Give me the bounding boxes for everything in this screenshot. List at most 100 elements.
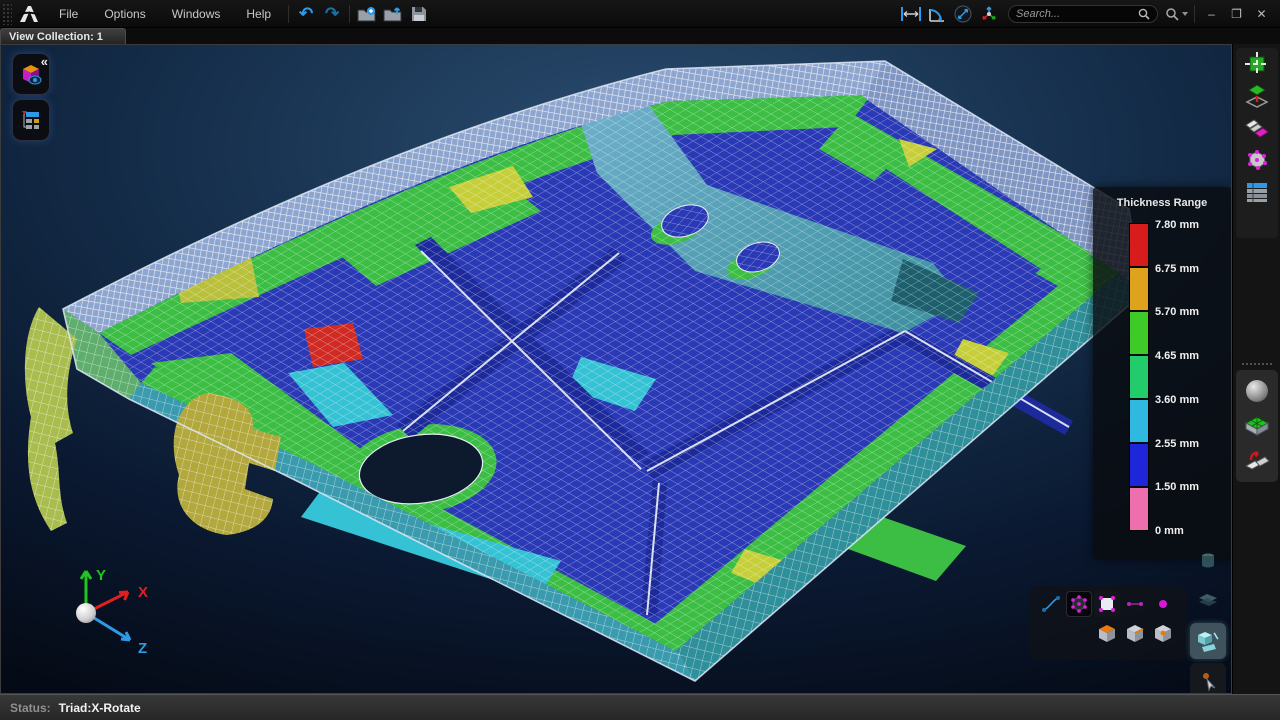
redo-button[interactable]: ↷ [319, 3, 345, 25]
open-model-add-button[interactable] [354, 3, 380, 25]
flip-normals-button[interactable] [1240, 445, 1274, 477]
search-placeholder: Search... [1016, 8, 1138, 20]
legend-title: Thickness Range [1093, 187, 1231, 209]
replace-nodes-button[interactable] [1240, 48, 1274, 80]
right-sidebar [1232, 44, 1280, 694]
application-window: File Options Windows Help ↶ ↷ [0, 0, 1280, 720]
viewport[interactable]: Y X Z « [0, 44, 1232, 694]
undo-button[interactable]: ↶ [293, 3, 319, 25]
shaded-view-button[interactable] [1240, 375, 1274, 407]
menu-options[interactable]: Options [91, 0, 158, 27]
search-input[interactable]: Search... [1008, 5, 1158, 23]
legend-labels: 7.80 mm6.75 mm5.70 mm4.65 mm3.60 mm2.55 … [1155, 224, 1225, 530]
sphere-icon [1244, 378, 1270, 404]
triad-tool-button[interactable] [976, 3, 1002, 25]
triad-x-label: X [138, 584, 148, 601]
model-browser-button[interactable] [12, 99, 50, 141]
cursor-icon [1197, 670, 1219, 692]
restore-button[interactable]: ❐ [1224, 4, 1249, 24]
save-button[interactable] [406, 3, 432, 25]
table-icon [1245, 181, 1269, 203]
plates-icon [1244, 115, 1270, 141]
morph-nodes-icon [1244, 147, 1270, 173]
rotate-sphere-button[interactable] [950, 3, 976, 25]
legend-color-segment [1130, 400, 1148, 444]
legend-color-segment [1130, 444, 1148, 488]
legend-label: 4.65 mm [1155, 350, 1199, 362]
view-tools-toolbar [1187, 541, 1229, 694]
separator [349, 5, 350, 23]
legend-color-segment [1130, 312, 1148, 356]
open-model-load-button[interactable] [380, 3, 406, 25]
status-value: Triad:X-Rotate [59, 701, 141, 715]
vertex-icon [1153, 594, 1173, 614]
triad-y-label: Y [96, 567, 106, 584]
green-cross-square-icon [1244, 51, 1270, 77]
workplane-button[interactable] [1190, 543, 1226, 579]
collapse-chevrons-icon: « [41, 54, 46, 69]
element-offset-button[interactable] [1240, 80, 1274, 112]
snap-edge-button[interactable] [1122, 620, 1148, 646]
snap-vertex-button[interactable] [1150, 620, 1176, 646]
browser-list-icon [19, 108, 43, 132]
legend-scale [1130, 224, 1148, 530]
advanced-search-button[interactable] [1164, 3, 1190, 25]
morph-mesh-button[interactable] [1240, 144, 1274, 176]
quad-corners-icon [1097, 594, 1117, 614]
title-bar: File Options Windows Help ↶ ↷ [0, 0, 1280, 28]
mesh-block-icon [1243, 413, 1271, 439]
tab-view-collection[interactable]: View Collection: 1 [0, 28, 126, 44]
midsurface-button[interactable] [1240, 112, 1274, 144]
stack-icon [1196, 590, 1220, 612]
select-mesh-button[interactable] [1066, 591, 1092, 617]
legend-label: 3.60 mm [1155, 394, 1199, 406]
cube-vertex-icon [1152, 622, 1174, 644]
menu-file[interactable]: File [46, 0, 91, 27]
diamond-offset-icon [1244, 83, 1270, 109]
select-edge-button[interactable] [1122, 591, 1148, 617]
triad-z-label: Z [138, 640, 147, 657]
legend-label: 2.55 mm [1155, 438, 1199, 450]
select-vertex-button[interactable] [1150, 591, 1176, 617]
thickness-view-button[interactable] [1240, 410, 1274, 442]
legend-color-segment [1130, 356, 1148, 400]
section-view-button[interactable] [1190, 583, 1226, 619]
separator [288, 5, 289, 23]
sketch-tools-button[interactable] [1190, 623, 1226, 659]
status-bar: Status: Triad:X-Rotate [0, 694, 1280, 720]
legend-label: 7.80 mm [1155, 219, 1199, 231]
app-logo-icon [12, 2, 46, 26]
cube-sketch-icon [1194, 627, 1222, 655]
search-icon [1138, 8, 1150, 20]
selection-filter-toolbar [1029, 586, 1187, 660]
table-view-button[interactable] [1240, 176, 1274, 208]
grip-handle[interactable] [2, 3, 12, 25]
thickness-legend: Thickness Range 7.80 mm6.75 mm5.70 mm4.6… [1093, 187, 1231, 559]
snap-face-button[interactable] [1094, 620, 1120, 646]
close-button[interactable]: ✕ [1249, 4, 1274, 24]
menu-windows[interactable]: Windows [159, 0, 234, 27]
menu-help[interactable]: Help [233, 0, 284, 27]
select-face-button[interactable] [1094, 591, 1120, 617]
cube-edge-icon [1124, 622, 1146, 644]
legend-color-segment [1130, 224, 1148, 268]
entity-visibility-button[interactable]: « [12, 53, 50, 95]
legend-label: 1.50 mm [1155, 481, 1199, 493]
sidebar-group-edit [1236, 48, 1278, 238]
select-curve-button[interactable] [1038, 591, 1064, 617]
sidebar-divider [1241, 362, 1273, 366]
cylinder-icon [1197, 550, 1219, 572]
sidebar-group-display [1236, 370, 1278, 482]
measure-angle-button[interactable] [924, 3, 950, 25]
legend-color-segment [1130, 488, 1148, 530]
curve-icon [1041, 594, 1061, 614]
legend-label: 5.70 mm [1155, 306, 1199, 318]
status-label: Status: [10, 701, 51, 715]
legend-color-segment [1130, 268, 1148, 312]
tab-bar: View Collection: 1 [0, 28, 1280, 44]
edge-icon [1125, 594, 1145, 614]
minimize-button[interactable]: – [1199, 4, 1224, 24]
pointer-mode-button[interactable] [1190, 663, 1226, 694]
separator [1194, 5, 1195, 23]
measure-distance-button[interactable] [898, 3, 924, 25]
